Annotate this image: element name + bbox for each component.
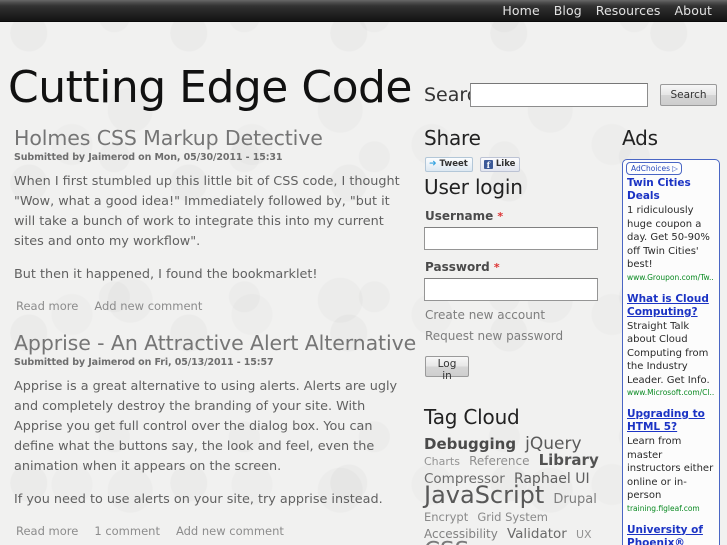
ad-body: Learn from master instructors either onl… [627, 436, 714, 501]
ad-body: 1 ridiculously huge coupon a day. Get 50… [627, 205, 710, 270]
ad-title-line: Phoenix® [627, 536, 685, 545]
read-more-link[interactable]: Read more [16, 299, 78, 313]
ad-item[interactable]: Upgrading to HTML 5? Learn from master ins… [627, 408, 715, 513]
ads-column: Ads AdChoices ▷ Twin Cities Deals 1 ridic… [620, 126, 723, 545]
password-label: Password [425, 260, 490, 274]
ads-title: Ads [622, 126, 658, 150]
ad-title[interactable]: What is Cloud Computing? [627, 293, 715, 319]
password-input[interactable] [424, 278, 598, 301]
article-apprise-alert-alternative: Apprise - An Attractive Alert Alternativ… [8, 331, 416, 538]
ad-title-line: Twin Cities Deals [627, 177, 691, 202]
ad-display-url[interactable]: training.figleaf.com [627, 504, 715, 513]
tag-cloud-item[interactable]: Grid System [477, 510, 548, 524]
article-title[interactable]: Apprise - An Attractive Alert Alternativ… [14, 331, 416, 356]
tag-cloud-item[interactable]: Validator [507, 526, 567, 542]
nav-item-about[interactable]: About [668, 3, 719, 18]
search-input[interactable] [470, 83, 648, 107]
article-holmes-css-markup-detective: Holmes CSS Markup Detective Submitted by… [8, 126, 414, 313]
article-title[interactable]: Holmes CSS Markup Detective [14, 126, 414, 151]
article-submitted-meta: Submitted by Jaimerod on Fri, 05/13/2011… [14, 357, 274, 368]
tag-cloud-item[interactable]: Library [539, 451, 599, 469]
username-label: Username [425, 209, 494, 223]
request-new-password-link[interactable]: Request new password [425, 329, 620, 343]
adchoices-label: AdChoices [631, 164, 671, 173]
site-header: Cutting Edge Code Search Search [0, 22, 727, 126]
nav-item-resources[interactable]: Resources [589, 3, 668, 18]
share-buttons: ➜ Tweet f Like [425, 157, 620, 172]
tag-cloud-title: Tag Cloud [424, 405, 520, 429]
article-paragraph: When I first stumbled up this little bit… [14, 174, 400, 249]
page-columns: Holmes CSS Markup Detective Submitted by… [0, 126, 727, 545]
article-paragraph: But then it happened, I found the bookma… [14, 267, 318, 282]
adchoices-badge[interactable]: AdChoices ▷ [626, 162, 682, 175]
ad-title[interactable]: Upgrading to HTML 5? [627, 408, 715, 434]
tag-cloud-block: Tag Cloud Debugging jQuery Charts Refere… [424, 405, 620, 545]
read-more-link[interactable]: Read more [16, 524, 78, 538]
tag-cloud-item[interactable]: Encrypt [424, 510, 468, 524]
twitter-bird-icon: ➜ [429, 159, 437, 169]
site-title[interactable]: Cutting Edge Code [8, 66, 413, 110]
tag-cloud-item[interactable]: Reference [469, 454, 529, 468]
tag-cloud-item[interactable]: CSS [424, 538, 469, 545]
password-label-row: Password * [425, 260, 620, 274]
tag-cloud-item[interactable]: JavaScript [424, 481, 544, 509]
required-marker: * [497, 210, 504, 223]
add-new-comment-link[interactable]: Add new comment [94, 299, 202, 313]
adchoices-arrow-icon: ▷ [672, 164, 678, 173]
article-paragraph: If you need to use alerts on your site, … [14, 492, 383, 507]
username-label-row: Username * [425, 209, 620, 223]
sidebar: Share ➜ Tweet f Like User login Username… [420, 126, 620, 545]
tag-cloud-item[interactable]: Drupal [553, 492, 596, 507]
ad-title-line: Computing? [627, 305, 698, 318]
tag-cloud-list: Debugging jQuery Charts Reference Librar… [424, 436, 620, 545]
add-new-comment-link[interactable]: Add new comment [176, 524, 284, 538]
ads-box: AdChoices ▷ Twin Cities Deals 1 ridiculou… [622, 159, 720, 545]
article-links: Read more 1 comment Add new comment [16, 524, 414, 538]
ads-list: Twin Cities Deals 1 ridiculously huge cou… [627, 177, 715, 545]
comment-count-link[interactable]: 1 comment [94, 524, 160, 538]
create-new-account-link[interactable]: Create new account [425, 308, 620, 322]
log-in-button[interactable]: Log in [425, 356, 469, 382]
facebook-icon: f [483, 160, 493, 169]
ad-title-line: What is Cloud [627, 292, 709, 305]
facebook-like-button[interactable]: f Like [479, 157, 521, 172]
main-content: Holmes CSS Markup Detective Submitted by… [0, 126, 420, 545]
required-marker: * [493, 261, 500, 274]
ad-item[interactable]: What is Cloud Computing? Straight Talk abo… [627, 293, 715, 398]
like-button-label: Like [495, 159, 516, 170]
ad-body: Straight Talk about Cloud Computing from… [627, 320, 710, 386]
ad-display-url[interactable]: www.Microsoft.com/Cl... [627, 388, 715, 397]
ad-item[interactable]: University ofPhoenix®Official Site. Coll… [627, 524, 715, 545]
share-block: Share ➜ Tweet f Like [424, 126, 620, 172]
ad-title[interactable]: University of Phoenix® [627, 524, 715, 545]
tag-cloud-item[interactable]: UX [576, 528, 592, 541]
article-paragraph: Apprise is a great alternative to using … [14, 379, 398, 474]
top-navigation-bar: Home Blog Resources About [0, 0, 727, 22]
user-login-block: User login Username * Password * Create … [424, 175, 620, 383]
ad-title-line: HTML 5? [627, 421, 678, 433]
tweet-button[interactable]: ➜ Tweet [425, 157, 473, 172]
username-input[interactable] [424, 227, 598, 250]
ad-title[interactable]: Twin Cities Deals [627, 177, 715, 203]
tag-cloud-item[interactable]: Debugging [424, 435, 516, 453]
nav-item-blog[interactable]: Blog [547, 3, 589, 18]
article-submitted-meta: Submitted by Jaimerod on Mon, 05/30/2011… [14, 152, 283, 163]
nav-item-home[interactable]: Home [495, 3, 546, 18]
article-links: Read more Add new comment [16, 299, 414, 313]
ad-item[interactable]: Twin Cities Deals 1 ridiculously huge cou… [627, 177, 715, 282]
tweet-button-label: Tweet [439, 159, 468, 170]
ad-display-url[interactable]: www.Groupon.com/Tw.. [627, 273, 715, 282]
share-block-title: Share [424, 126, 481, 150]
user-login-title: User login [424, 175, 523, 199]
ad-title-line: Upgrading to [627, 408, 705, 420]
tag-cloud-item[interactable]: Charts [424, 455, 460, 468]
search-button[interactable]: Search [660, 84, 717, 106]
ad-title-line: University of [627, 523, 703, 536]
